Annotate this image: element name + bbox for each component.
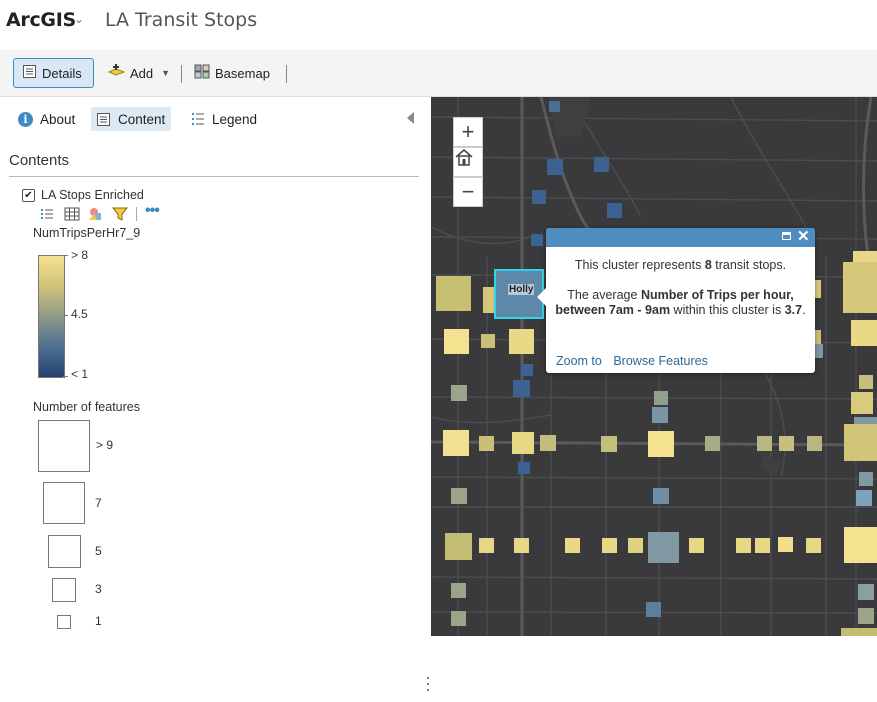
- basemap-button[interactable]: Basemap: [194, 58, 270, 88]
- details-tabs: i About Content Legend: [0, 97, 431, 139]
- tab-about-label: About: [40, 111, 76, 127]
- toolbar-divider: [181, 65, 182, 83]
- toolbar: Details Add ▼ Basemap: [0, 50, 877, 97]
- legend-list-icon: [191, 112, 205, 126]
- panel-resize-handle[interactable]: [427, 675, 430, 697]
- attribute-table-icon[interactable]: [64, 207, 80, 221]
- size-symbol-small: [57, 615, 71, 629]
- size-label: 3: [95, 582, 102, 596]
- details-panel: i About Content Legend Contents ✔ LA Sto…: [0, 97, 431, 691]
- zoom-in-button[interactable]: +: [453, 117, 483, 147]
- popup-actions: Zoom to Browse Features: [556, 354, 716, 368]
- plus-icon: +: [461, 119, 475, 144]
- tools-divider: [136, 207, 137, 221]
- size-symbol-large: [38, 420, 90, 472]
- size-label: > 9: [96, 438, 114, 452]
- zoom-out-button[interactable]: −: [453, 177, 483, 207]
- basemap-grid-icon: [194, 64, 210, 82]
- size-symbol: [48, 535, 81, 568]
- popup-average-value: 3.7: [784, 303, 803, 317]
- tab-content-label: Content: [118, 111, 166, 127]
- add-layer-icon: [107, 64, 126, 82]
- legend-toggle-icon[interactable]: [40, 207, 56, 221]
- map-view[interactable]: Holly + − ✕ This cluster represents 8 tr…: [431, 97, 877, 636]
- minus-icon: −: [461, 179, 475, 204]
- divider: [9, 176, 419, 177]
- layer-tools: •••: [40, 203, 169, 222]
- popup-text: transit stops.: [711, 258, 787, 272]
- content-icon: [96, 112, 111, 127]
- basemap-label: Basemap: [215, 65, 270, 81]
- browse-features-link[interactable]: Browse Features: [613, 354, 707, 368]
- popup-header: ✕: [546, 228, 815, 247]
- zoom-to-link[interactable]: Zoom to: [556, 354, 602, 368]
- tab-about[interactable]: i About: [14, 107, 79, 131]
- popup-text: .: [802, 303, 806, 317]
- details-button[interactable]: Details: [13, 58, 94, 88]
- legend-field-name: NumTripsPerHr7_9: [33, 226, 141, 240]
- cluster-label: Holly: [508, 284, 535, 295]
- home-icon: [455, 149, 473, 166]
- filter-icon[interactable]: [111, 207, 129, 221]
- tab-legend-label: Legend: [212, 111, 258, 127]
- size-label: 7: [95, 496, 102, 510]
- add-button[interactable]: Add ▼: [106, 58, 170, 88]
- chevron-down-icon[interactable]: ⌄: [74, 12, 84, 26]
- more-options-icon[interactable]: •••: [145, 203, 161, 221]
- popup-text: The average: [567, 288, 641, 302]
- details-label: Details: [42, 65, 82, 81]
- tab-content[interactable]: Content: [91, 107, 172, 131]
- map-title: LA Transit Stops: [105, 9, 258, 31]
- tab-legend[interactable]: Legend: [187, 107, 261, 131]
- collapse-panel-icon[interactable]: [407, 112, 414, 124]
- ramp-label-low: < 1: [71, 367, 89, 381]
- size-legend-heading: Number of features: [33, 400, 140, 414]
- size-symbol: [43, 482, 85, 524]
- ramp-tick: [63, 376, 68, 377]
- details-icon: [22, 64, 37, 82]
- color-ramp: [38, 255, 65, 378]
- ramp-label-mid: 4.5: [71, 307, 88, 321]
- ramp-tick: [63, 315, 68, 316]
- contents-heading: Contents: [9, 152, 70, 169]
- popup-content: This cluster represents 8 transit stops.…: [554, 258, 807, 333]
- popup-text: within this cluster is: [670, 303, 785, 317]
- caret-down-icon: ▼: [161, 68, 171, 78]
- popup-text: This cluster represents: [574, 258, 705, 272]
- add-label: Add: [130, 65, 154, 81]
- layer-visibility-checkbox[interactable]: ✔: [22, 189, 35, 202]
- arcgis-logo[interactable]: ArcGIS: [6, 9, 76, 31]
- info-icon: i: [18, 111, 33, 127]
- close-icon[interactable]: ✕: [797, 227, 810, 245]
- size-label: 1: [95, 614, 102, 628]
- popup-count: 8: [704, 258, 712, 272]
- size-symbol: [52, 578, 76, 602]
- toolbar-divider: [286, 65, 287, 83]
- app-header: ArcGIS ⌄ LA Transit Stops: [0, 0, 877, 50]
- popup-pointer: [537, 288, 546, 306]
- size-label: 5: [95, 544, 102, 558]
- maximize-icon[interactable]: [782, 232, 791, 240]
- popup-cluster-count-text: This cluster represents 8 transit stops.: [554, 258, 807, 273]
- cluster-popup: ✕ This cluster represents 8 transit stop…: [537, 228, 815, 373]
- layer-name[interactable]: LA Stops Enriched: [41, 188, 144, 202]
- ramp-tick: [63, 255, 68, 256]
- popup-average-text: The average Number of Trips per hour, be…: [554, 288, 807, 318]
- change-style-icon[interactable]: [88, 207, 104, 221]
- home-button[interactable]: [453, 147, 483, 177]
- ramp-label-high: > 8: [71, 248, 89, 262]
